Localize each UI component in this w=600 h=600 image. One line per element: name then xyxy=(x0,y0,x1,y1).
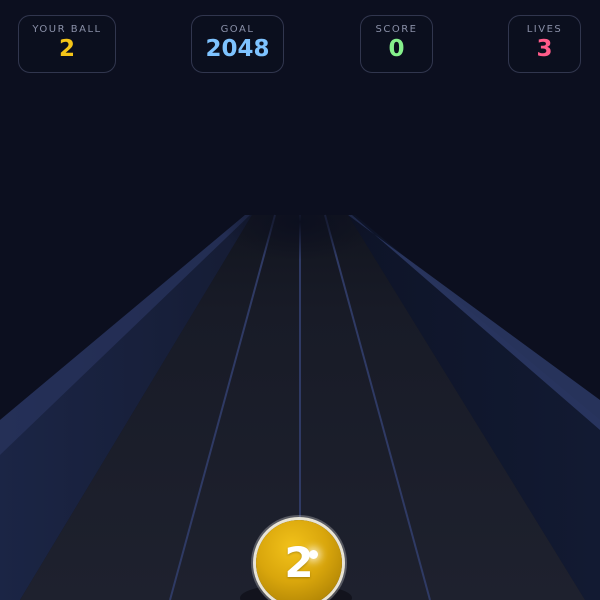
goal-value: 2048 xyxy=(205,36,270,62)
player-ball[interactable]: 2 xyxy=(256,520,342,600)
ball-glint xyxy=(309,550,318,559)
your-ball-value: 2 xyxy=(58,36,75,62)
score-label: SCORE xyxy=(375,24,418,35)
game-stage[interactable]: YOUR BALL 2 GOAL 2048 SCORE 0 LIVES 3 2 xyxy=(0,0,600,600)
lives-value: 3 xyxy=(536,36,553,62)
lives-panel: LIVES 3 xyxy=(508,15,581,73)
track-scene xyxy=(0,184,600,600)
score-value: 0 xyxy=(388,36,405,62)
horizon-fog xyxy=(220,184,380,260)
goal-label: GOAL xyxy=(220,24,255,35)
your-ball-panel: YOUR BALL 2 xyxy=(18,15,116,73)
your-ball-label: YOUR BALL xyxy=(32,24,102,35)
player-ball-number: 2 xyxy=(284,538,314,587)
lives-label: LIVES xyxy=(526,24,563,35)
score-panel: SCORE 0 xyxy=(360,15,433,73)
goal-panel: GOAL 2048 xyxy=(191,15,284,73)
